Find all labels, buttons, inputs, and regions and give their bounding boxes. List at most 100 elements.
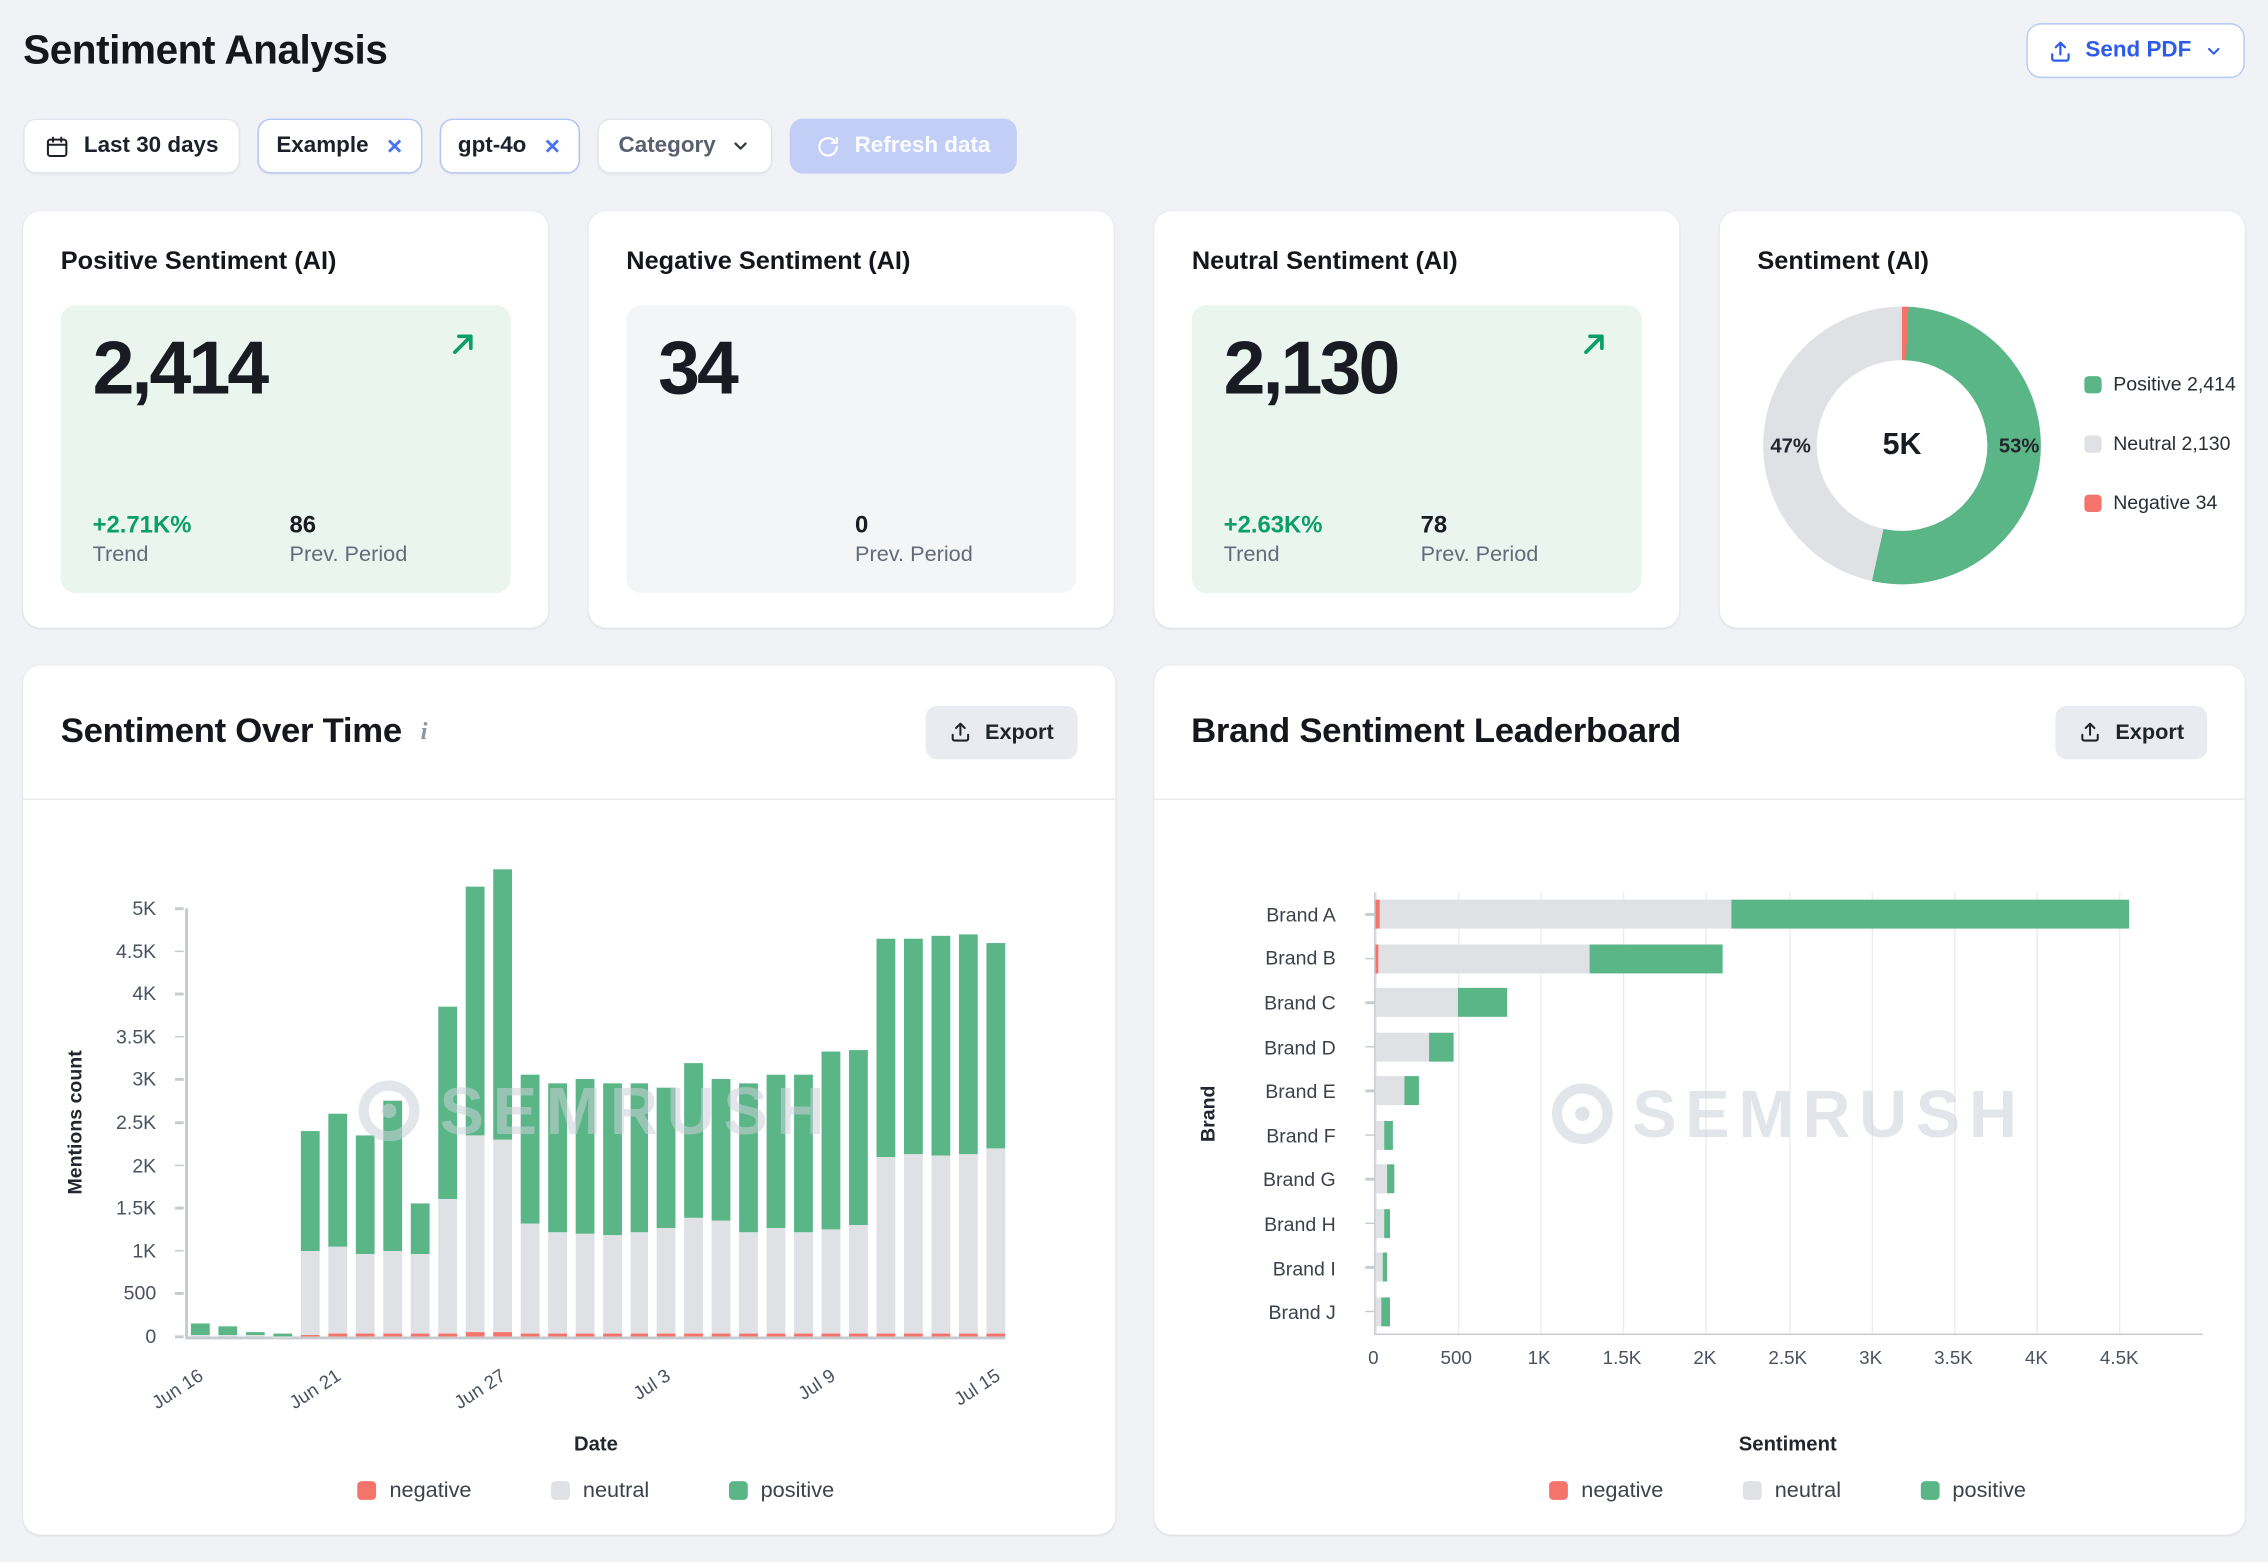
neutral-segment xyxy=(795,1232,814,1333)
prev-period-label: Prev. Period xyxy=(290,542,408,567)
bar-Brand I xyxy=(1375,1245,2202,1289)
positive-segment xyxy=(1429,1032,1454,1061)
neutral-segment xyxy=(1375,1032,1430,1061)
refresh-data-button[interactable]: Refresh data xyxy=(790,119,1017,174)
positive-segment xyxy=(959,934,978,1154)
legend-item-neutral[interactable]: neutral xyxy=(1743,1478,1841,1503)
legend-item-negative[interactable]: negative xyxy=(1549,1478,1663,1503)
trend-label: Trend xyxy=(93,542,290,567)
page-title: Sentiment Analysis xyxy=(23,27,387,73)
positive-segment xyxy=(767,1075,786,1228)
y-axis: 05001K1.5K2K2.5K3K3.5K4K4.5K5K xyxy=(23,908,176,1336)
brand-labels: Brand ABrand BBrand CBrand DBrand EBrand… xyxy=(1154,892,1356,1335)
y-tick-mark xyxy=(1365,1266,1375,1268)
legend-item-negative[interactable]: negative xyxy=(358,1478,472,1503)
positive-segment xyxy=(493,870,512,1140)
neutral-segment xyxy=(218,1335,237,1336)
neutral-segment xyxy=(465,1135,484,1332)
filter-chip-example[interactable]: Example ✕ xyxy=(258,119,422,174)
donut-positive-pct: 53% xyxy=(1999,434,2040,457)
upload-icon xyxy=(2048,38,2073,63)
donut-legend-label: Positive 2,414 xyxy=(2113,373,2236,395)
bar-Brand G xyxy=(1375,1157,2202,1201)
negative-segment xyxy=(849,1333,868,1336)
positive-segment xyxy=(1381,1297,1390,1326)
chart-legend: negative neutral positive xyxy=(1373,1478,2202,1503)
negative-segment xyxy=(712,1334,731,1337)
x-tick-label: Jun 21 xyxy=(257,1364,344,1431)
x-axis: 05001K1.5K2K2.5K3K3.5K4K4.5K xyxy=(1373,1347,2202,1376)
bar-Jul 7 xyxy=(767,1075,786,1336)
prev-period-label: Prev. Period xyxy=(1421,542,1539,567)
stacked-bars xyxy=(187,865,1006,1337)
donut-legend-item-positive[interactable]: Positive 2,414 xyxy=(2084,373,2245,395)
x-tick-label: Jul 15 xyxy=(916,1364,1003,1431)
neutral-segment xyxy=(410,1254,429,1334)
brand-leaderboard-panel: Brand Sentiment Leaderboard Export Brand… xyxy=(1154,665,2245,1534)
kpi-card-negative: Negative Sentiment (AI) 34 0 Prev. Perio… xyxy=(589,211,1114,628)
remove-chip-icon[interactable]: ✕ xyxy=(544,134,561,159)
filter-chip-gpt-4o[interactable]: gpt-4o ✕ xyxy=(439,119,579,174)
bar-Jun 22 xyxy=(356,1135,375,1336)
neutral-segment xyxy=(904,1154,923,1334)
export-button[interactable]: Export xyxy=(926,705,1077,759)
bar-Jun 18 xyxy=(246,1332,265,1336)
bar-Jul 2 xyxy=(630,1084,649,1337)
negative-segment xyxy=(959,1334,978,1337)
remove-chip-icon[interactable]: ✕ xyxy=(386,134,403,159)
y-tick-label: 1.5K xyxy=(116,1197,156,1219)
neutral-segment xyxy=(630,1232,649,1334)
y-tick-label: 0 xyxy=(145,1326,156,1348)
positive-segment xyxy=(520,1075,539,1223)
export-button[interactable]: Export xyxy=(2056,705,2207,759)
kpi-row: Positive Sentiment (AI) 2,414 +2.71K% Tr… xyxy=(23,211,2245,628)
bar-Jul 14 xyxy=(959,934,978,1336)
date-range-button[interactable]: Last 30 days xyxy=(23,119,240,174)
kpi-card-positive: Positive Sentiment (AI) 2,414 +2.71K% Tr… xyxy=(23,211,548,628)
bar-Jul 1 xyxy=(602,1084,621,1337)
donut-legend-item-neutral[interactable]: Neutral 2,130 xyxy=(2084,432,2245,454)
brand-label: Brand A xyxy=(1154,892,1356,936)
info-icon[interactable]: i xyxy=(421,717,428,746)
neutral-segment xyxy=(575,1234,594,1334)
bar-Jun 28 xyxy=(520,1075,539,1336)
positive-segment xyxy=(218,1326,237,1335)
bar-Jun 23 xyxy=(383,1101,402,1336)
bar-Jul 3 xyxy=(657,1088,676,1336)
positive-segment xyxy=(822,1051,841,1229)
sentiment-over-time-panel: Sentiment Over Time i Export Mentions co… xyxy=(23,665,1114,1534)
bar-Jun 25 xyxy=(438,1007,457,1337)
prev-period-value: 0 xyxy=(855,512,973,539)
bar-Brand D xyxy=(1375,1025,2202,1069)
bar-Jul 12 xyxy=(904,938,923,1336)
y-tick-mark xyxy=(175,950,184,952)
positive-swatch xyxy=(729,1481,748,1500)
negative-segment xyxy=(548,1334,567,1337)
neutral-segment xyxy=(520,1223,539,1333)
brand-label: Brand D xyxy=(1154,1025,1356,1069)
legend-item-neutral[interactable]: neutral xyxy=(551,1478,649,1503)
neutral-segment xyxy=(328,1247,347,1334)
donut-center-label: 5K xyxy=(1817,360,1988,531)
bar-Jun 24 xyxy=(410,1204,429,1337)
y-tick-mark xyxy=(1365,1310,1375,1312)
negative-segment xyxy=(932,1334,951,1337)
neutral-segment xyxy=(1375,1209,1384,1238)
donut-legend-item-negative[interactable]: Negative 34 xyxy=(2084,492,2245,514)
bar-Jun 26 xyxy=(465,887,484,1337)
positive-segment xyxy=(630,1084,649,1233)
legend-item-positive[interactable]: positive xyxy=(1921,1478,2026,1503)
bar-Jul 4 xyxy=(685,1063,704,1337)
neutral-segment xyxy=(1375,1076,1404,1105)
bar-Brand F xyxy=(1375,1113,2202,1157)
bar-Jul 6 xyxy=(740,1084,759,1337)
legend-item-positive[interactable]: positive xyxy=(729,1478,834,1503)
neutral-segment xyxy=(877,1157,896,1334)
send-pdf-button[interactable]: Send PDF xyxy=(2026,23,2245,78)
category-dropdown[interactable]: Category xyxy=(597,119,772,174)
y-tick-mark xyxy=(175,1036,184,1038)
positive-segment xyxy=(465,887,484,1135)
positive-segment xyxy=(987,942,1006,1148)
kpi-value: 2,130 xyxy=(1224,328,1398,409)
x-tick-label: 1.5K xyxy=(1603,1347,1642,1369)
